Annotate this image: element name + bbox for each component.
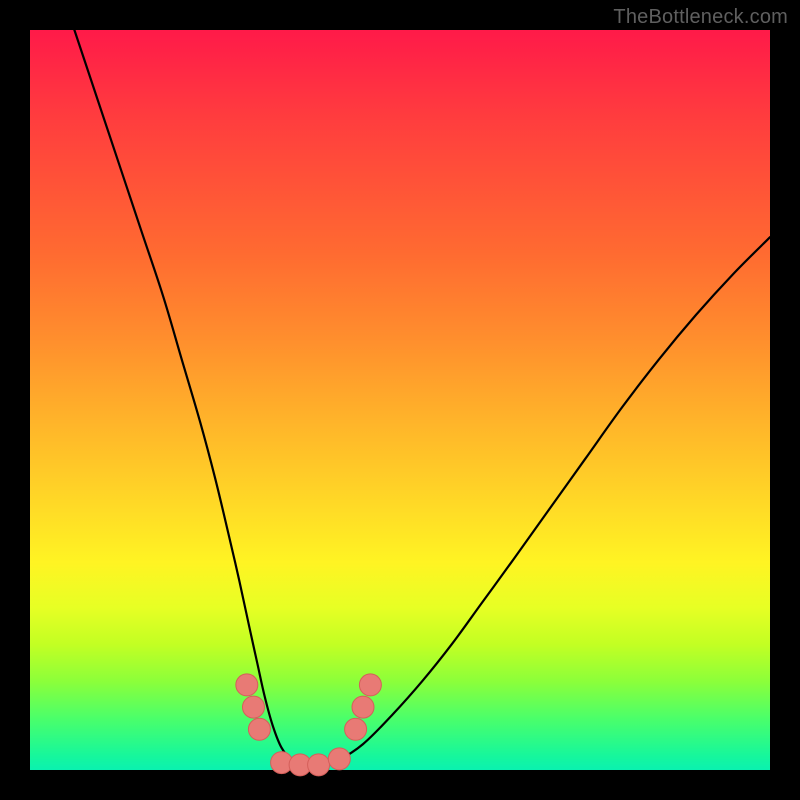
watermark-text: TheBottleneck.com [613,6,788,29]
curve-marker [352,696,374,718]
curve-marker [345,718,367,740]
plot-area [30,30,770,770]
curve-markers [236,674,382,776]
curve-layer [30,30,770,770]
curve-marker [359,674,381,696]
curve-marker [248,718,270,740]
curve-marker [242,696,264,718]
bottleneck-curve [74,30,770,768]
curve-marker [328,748,350,770]
curve-marker [236,674,258,696]
chart-frame: TheBottleneck.com [0,0,800,800]
curve-marker [308,754,330,776]
